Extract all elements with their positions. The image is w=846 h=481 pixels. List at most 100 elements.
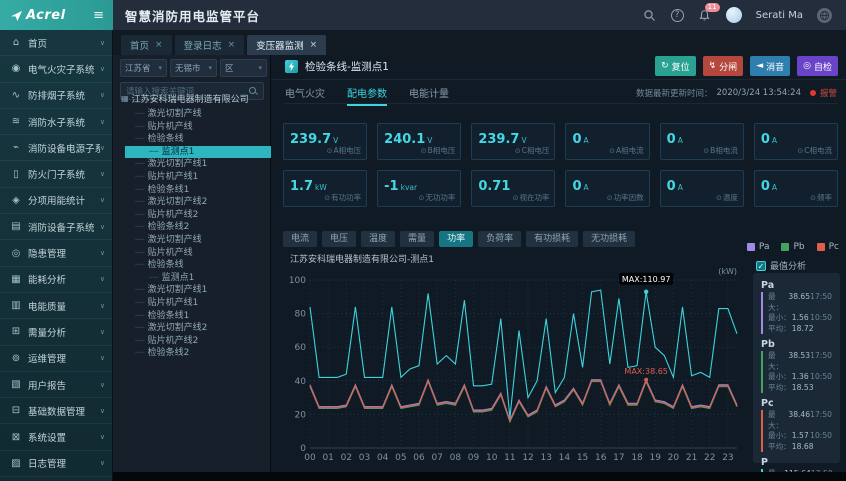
sidebar-item[interactable]: ◉电气火灾子系统∨ — [0, 56, 112, 82]
tree-node[interactable]: ┄┄检验条线1 — [113, 184, 271, 197]
window-tab[interactable]: 变压器监测× — [247, 35, 326, 55]
action-buttons: ↻复位 ↯分闸 ◄消音 ◎自检 — [655, 56, 838, 76]
tree-node[interactable]: ┄┄激光切割产线2 — [113, 196, 271, 209]
tree-node[interactable]: ┄┄激光切割产线1 — [113, 158, 271, 171]
stats-group-title: Pa — [761, 280, 832, 291]
chart-tab[interactable]: 需量 — [400, 231, 434, 247]
y-tick-label: 0 — [300, 444, 306, 454]
series-P — [310, 290, 737, 418]
tree-node[interactable]: ┄┄监测点1 — [113, 272, 271, 285]
parameter-card: 0A⊙C相电流 — [754, 123, 838, 160]
energy-breakdown-icon: ◈ — [9, 195, 23, 206]
tree-node[interactable]: ┄┄贴片机产线2 — [113, 209, 271, 222]
sidebar-item-label: 能耗分析 — [28, 272, 100, 286]
tree-node-label: 检验条线2 — [148, 222, 190, 232]
max-analysis-checkbox[interactable]: ✓ 最值分析 — [756, 259, 806, 272]
legend-item[interactable]: Pa — [747, 242, 770, 252]
sidebar-item[interactable]: ◈分项用能统计∨ — [0, 188, 112, 214]
language-globe-icon[interactable] — [817, 8, 832, 23]
sidebar-item[interactable]: ▨日志管理∨ — [0, 451, 112, 477]
sidebar-item[interactable]: ⊟基础数据管理∨ — [0, 398, 112, 424]
chevron-down-icon: ∨ — [100, 459, 105, 467]
card-unit: A — [584, 183, 589, 192]
region-select[interactable]: 区▾ — [220, 59, 267, 77]
tree-node[interactable]: ┄┄检验条线 — [113, 259, 271, 272]
tree-node[interactable]: ┄┄激光切割产线2 — [113, 322, 271, 335]
tab-close-icon[interactable]: × — [310, 40, 318, 50]
chart-tab[interactable]: 电压 — [322, 231, 356, 247]
legend-item[interactable]: Pc — [817, 242, 839, 252]
sidebar-item[interactable]: ⊚运维管理∨ — [0, 346, 112, 372]
sidebar-item[interactable]: ◎隐患管理∨ — [0, 240, 112, 266]
mute-button[interactable]: ◄消音 — [750, 56, 790, 76]
parameter-card: 240.1V⊙B相电压 — [377, 123, 461, 160]
stats-rows: 最大：38.4617:50最小：1.5710:50平均：18.68 — [761, 410, 832, 452]
trip-button[interactable]: ↯分闸 — [703, 56, 744, 76]
stat-time: 17:50 — [810, 292, 832, 313]
tree-node-label: 贴片机产线1 — [148, 172, 199, 182]
sidebar-item-label: 电能质量 — [28, 299, 100, 313]
region-select[interactable]: 江苏省▾ — [120, 59, 167, 77]
tree-connector: ┄┄ — [135, 235, 145, 244]
chart-tab[interactable]: 功率 — [439, 231, 473, 247]
company-name: 江苏安科瑞电器制造有限公司 — [132, 92, 249, 105]
tab-close-icon[interactable]: × — [155, 40, 163, 50]
tree-node[interactable]: ┄┄贴片机产线1 — [113, 297, 271, 310]
self-check-button[interactable]: ◎自检 — [797, 56, 838, 76]
sidebar-item[interactable]: ▯防火门子系统∨ — [0, 161, 112, 187]
sidebar-item[interactable]: ⊠系统设置∨ — [0, 424, 112, 450]
sidebar-item[interactable]: ∿防排烟子系统∨ — [0, 83, 112, 109]
update-time-label: 数据最新更新时间： — [636, 87, 713, 99]
reset-button[interactable]: ↻复位 — [655, 56, 696, 76]
tree-node[interactable]: ┄┄监测点1 — [125, 146, 271, 159]
company-node[interactable]: ▦ 江苏安科瑞电器制造有限公司 — [113, 88, 271, 108]
sidebar-item[interactable]: ▦能耗分析∨ — [0, 267, 112, 293]
fire-door-icon: ▯ — [9, 169, 23, 180]
tree-node[interactable]: ┄┄贴片机产线2 — [113, 335, 271, 348]
legend-item[interactable]: Pb — [781, 242, 804, 252]
tree-node[interactable]: ┄┄激光切割产线1 — [113, 284, 271, 297]
chart-tab[interactable]: 温度 — [361, 231, 395, 247]
sidebar-item[interactable]: ▥电能质量∨ — [0, 293, 112, 319]
tree-node[interactable]: ┄┄检验条线2 — [113, 347, 271, 360]
tree-node[interactable]: ┄┄激光切割产线 — [113, 108, 271, 121]
chart-tab[interactable]: 有功损耗 — [526, 231, 578, 247]
notification-bell-icon[interactable]: 11 — [698, 8, 712, 22]
sidebar-item[interactable]: ⊞需量分析∨ — [0, 319, 112, 345]
avatar[interactable] — [726, 7, 742, 23]
sidebar-item[interactable]: ≋消防水子系统∨ — [0, 109, 112, 135]
chart-tab[interactable]: 电流 — [283, 231, 317, 247]
chart-tab[interactable]: 负荷率 — [478, 231, 521, 247]
window-tab[interactable]: 登录日志× — [175, 35, 245, 55]
tree-node[interactable]: ┄┄检验条线2 — [113, 221, 271, 234]
tree-node[interactable]: ┄┄激光切割产线 — [113, 234, 271, 247]
card-value: 0 — [667, 132, 676, 147]
tree-node[interactable]: ┄┄检验条线1 — [113, 310, 271, 323]
bottom-scroll-strip[interactable] — [113, 472, 846, 481]
help-icon[interactable]: ? — [671, 9, 684, 22]
sidebar-item[interactable]: ⌂首页∨ — [0, 30, 112, 56]
x-tick-label: 20 — [668, 453, 680, 463]
header-actions: ? 11 Serati Ma — [643, 7, 846, 23]
tree-node[interactable]: ┄┄贴片机产线 — [113, 247, 271, 260]
tab-close-icon[interactable]: × — [228, 40, 236, 50]
card-label: ⊙B相电压 — [421, 145, 456, 156]
device-tree-panel: 江苏省▾无锡市▾区▾ 请输入搜索关键词 ▦ 江苏安科瑞电器制造有限公司 ┄┄激光… — [113, 55, 271, 472]
x-tick-label: 14 — [559, 453, 571, 463]
chevron-down-icon: ∨ — [100, 223, 105, 231]
tree-node-label: 检验条线2 — [148, 348, 190, 358]
region-select[interactable]: 无锡市▾ — [170, 59, 217, 77]
tree-node[interactable]: ┄┄检验条线 — [113, 133, 271, 146]
sidebar-item[interactable]: ▧用户报告∨ — [0, 372, 112, 398]
parameter-card: 239.7V⊙A相电压 — [283, 123, 367, 160]
parameter-card: 0A⊙频率 — [754, 170, 838, 207]
power-trend-chart[interactable]: 0001020304050607080910111213141516171819… — [282, 266, 744, 466]
tree-node[interactable]: ┄┄贴片机产线1 — [113, 171, 271, 184]
chart-tab[interactable]: 无功损耗 — [583, 231, 635, 247]
sidebar-item[interactable]: ▤消防设备子系统∨ — [0, 214, 112, 240]
window-tab[interactable]: 首页× — [121, 35, 172, 55]
sidebar-item[interactable]: ⌁消防设备电源子系统∨ — [0, 135, 112, 161]
search-icon[interactable] — [643, 8, 657, 22]
tree-node[interactable]: ┄┄贴片机产线 — [113, 121, 271, 134]
menu-toggle-icon[interactable]: ≡ — [93, 8, 104, 23]
